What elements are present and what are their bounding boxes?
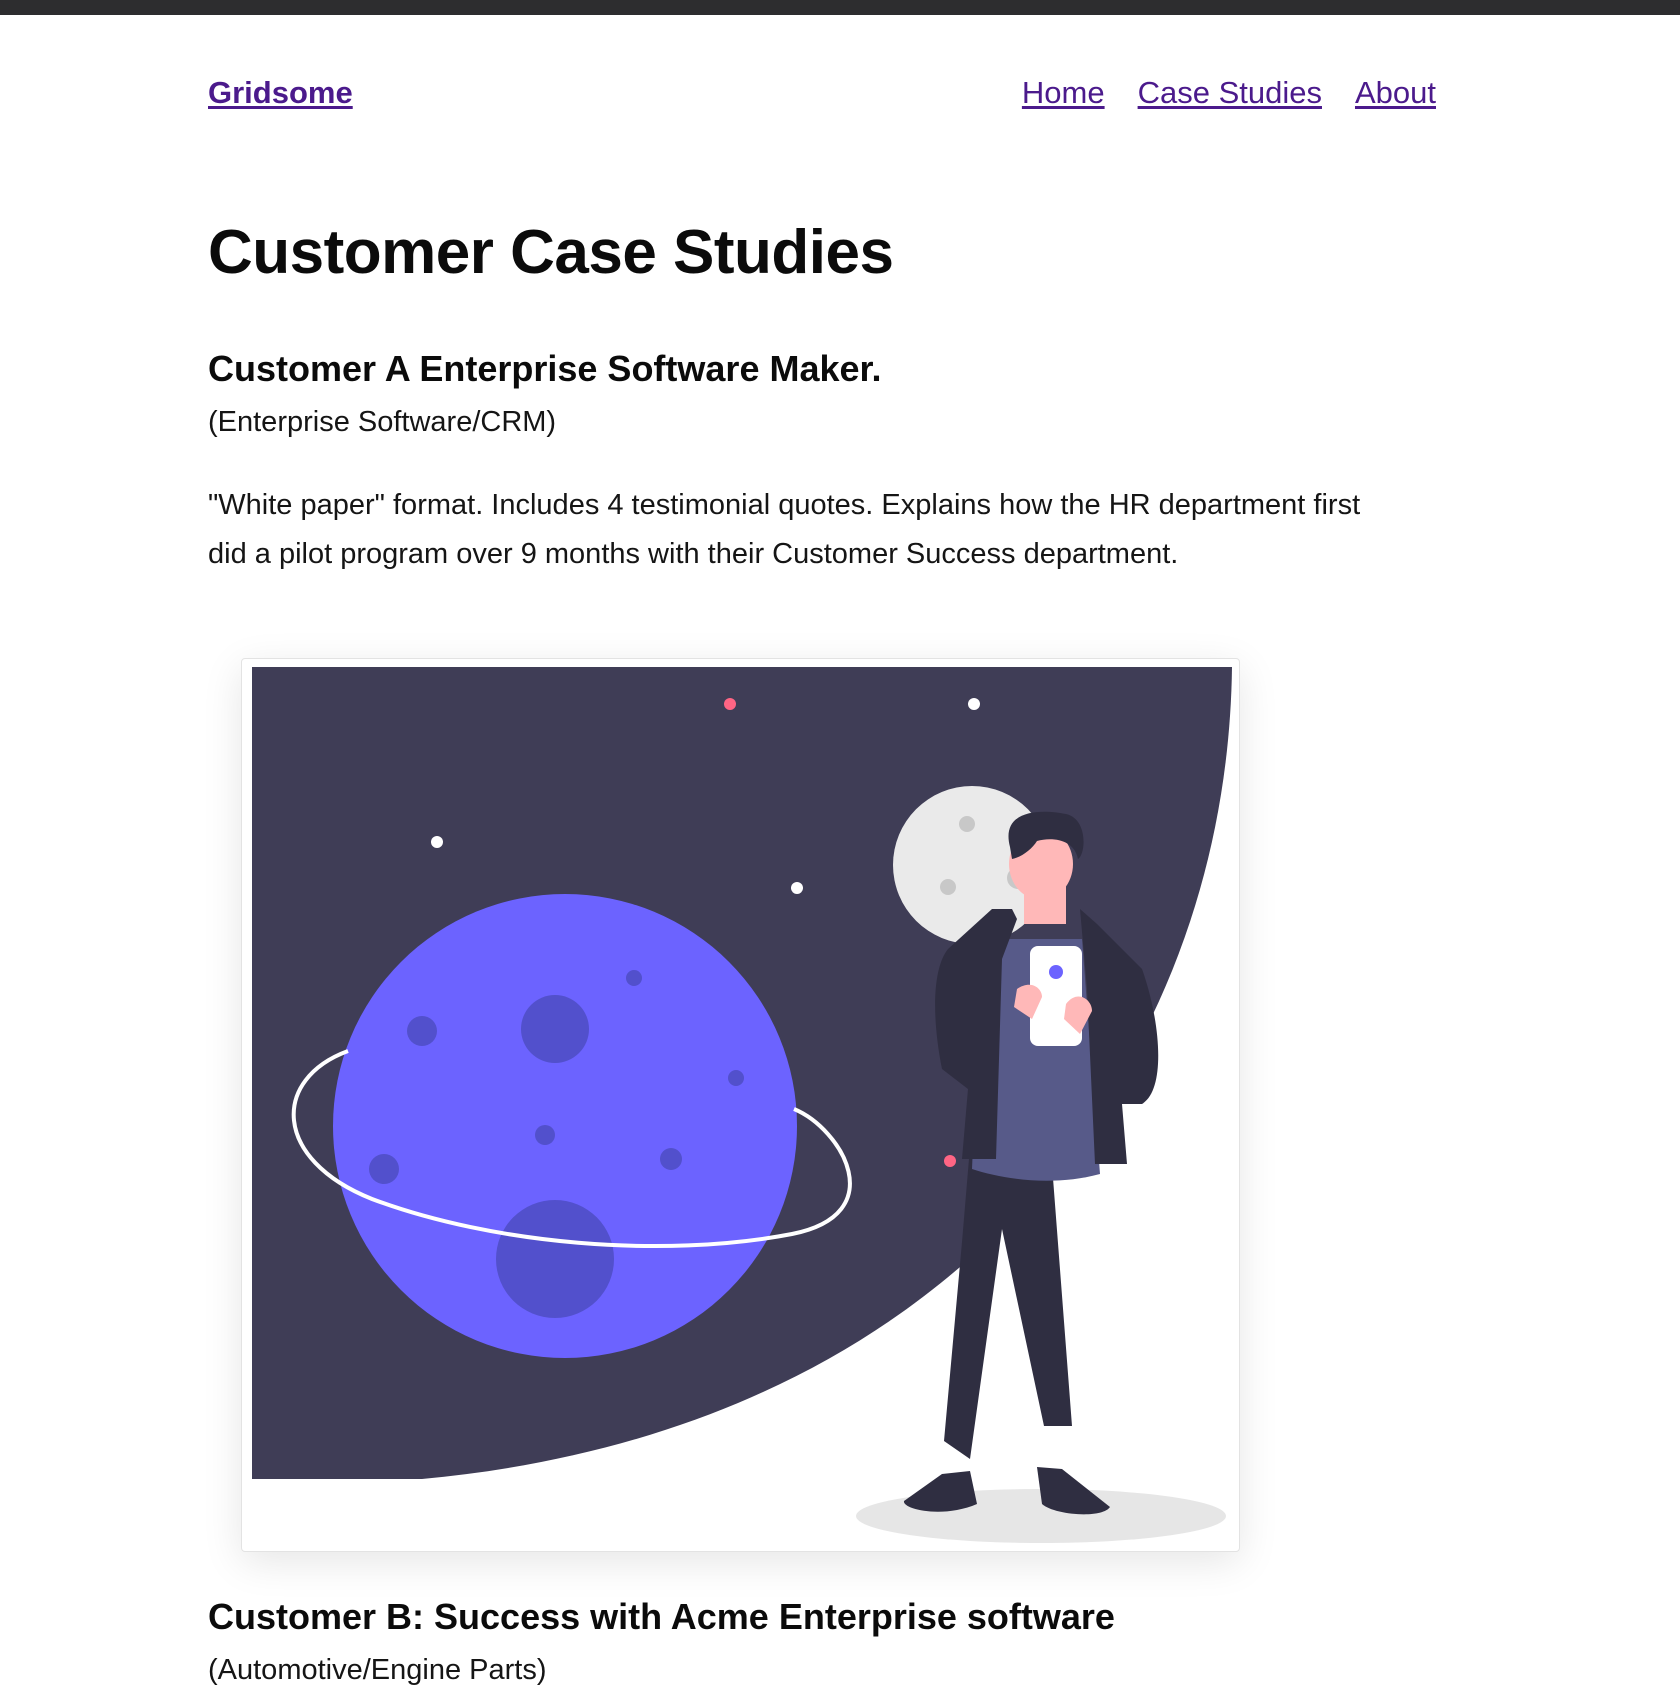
star-dot bbox=[431, 836, 443, 848]
case-study-a-figure bbox=[241, 658, 1240, 1552]
case-study-a-title: Customer A Enterprise Software Maker. bbox=[208, 348, 882, 389]
case-study-a-industry: (Enterprise Software/CRM) bbox=[208, 406, 557, 438]
star-dot bbox=[724, 698, 736, 710]
star-dot bbox=[944, 1155, 956, 1167]
case-study-b-industry: (Automotive/Engine Parts) bbox=[208, 1654, 547, 1686]
site-logo-link[interactable]: Gridsome bbox=[208, 75, 353, 111]
nav-about-link[interactable]: About bbox=[1355, 75, 1436, 111]
page-title: Customer Case Studies bbox=[208, 218, 894, 287]
person-left-shoe bbox=[903, 1471, 977, 1512]
browser-top-bar bbox=[0, 0, 1680, 15]
star-dot bbox=[791, 882, 803, 894]
space-planet-person-illustration bbox=[252, 667, 1232, 1543]
nav-home-link[interactable]: Home bbox=[1022, 75, 1105, 111]
nav-case-studies-link[interactable]: Case Studies bbox=[1138, 75, 1322, 111]
page: Gridsome Home Case Studies About Custome… bbox=[0, 15, 1680, 1686]
case-study-b-title: Customer B: Success with Acme Enterprise… bbox=[208, 1596, 1115, 1637]
main-nav: Home Case Studies About bbox=[1022, 75, 1436, 111]
case-study-a-description: "White paper" format. Includes 4 testimo… bbox=[208, 489, 1361, 570]
star-dot bbox=[968, 698, 980, 710]
